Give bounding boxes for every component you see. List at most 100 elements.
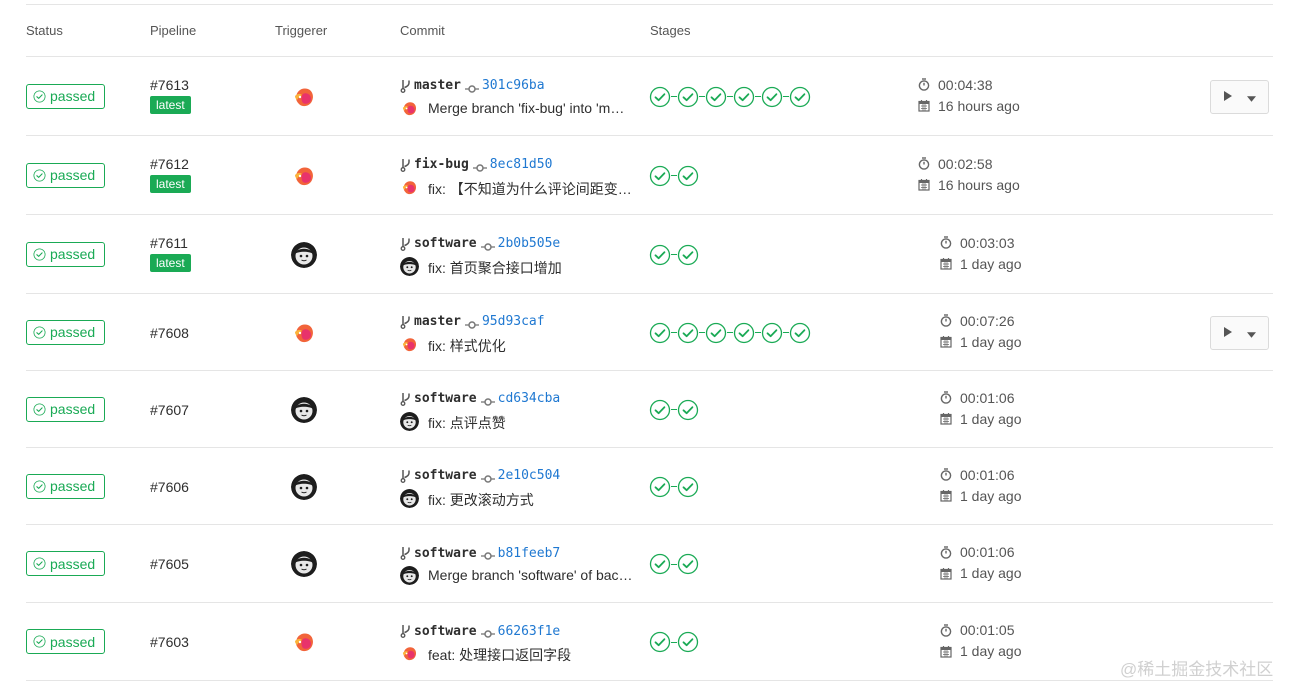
stage-passed-icon[interactable] [677,86,699,108]
commit-sha-link[interactable]: 2b0b505e [498,236,561,251]
status-badge[interactable]: passed [26,396,105,422]
commit-sha-link[interactable]: 301c96ba [482,78,545,93]
stage-passed-icon[interactable] [677,322,699,344]
branch-name-link[interactable]: software [414,391,477,406]
stage-passed-icon[interactable] [649,399,671,421]
pipeline-id-link[interactable]: #7603 [150,634,189,650]
stage-passed-icon[interactable] [677,476,699,498]
stage-passed-icon[interactable] [705,322,727,344]
status-label: passed [50,324,96,340]
stage-passed-icon[interactable] [649,631,671,653]
triggerer-avatar[interactable] [291,551,317,577]
commit-message-link[interactable]: fix: 点评点赞 [428,413,638,433]
stage-passed-icon[interactable] [649,244,671,266]
commit-message-link[interactable]: Merge branch 'software' of bac… [428,567,638,583]
pipeline-id-link[interactable]: #7608 [150,325,189,341]
triggerer-avatar[interactable] [291,241,317,268]
stage-passed-icon[interactable] [677,165,699,187]
status-badge[interactable]: passed [26,473,105,499]
stage-passed-icon[interactable] [705,86,727,108]
stage-passed-icon[interactable] [761,86,783,108]
stage-passed-icon[interactable] [649,476,671,498]
check-circle-icon [33,480,46,493]
commit-icon [480,548,495,560]
commit-sha-link[interactable]: cd634cba [498,391,561,406]
triggerer-avatar[interactable] [291,83,317,110]
stage-passed-icon[interactable] [649,322,671,344]
header-commit: Commit [400,23,445,38]
branch-name-link[interactable]: software [414,236,477,251]
pipeline-id-link[interactable]: #7606 [150,479,189,495]
status-badge[interactable]: passed [26,319,105,345]
commit-sha-link[interactable]: b81feeb7 [498,546,561,561]
table-row: passed #7611 latest software 2b0b505e fix… [0,215,1303,294]
check-circle-icon [33,635,46,648]
header-triggerer: Triggerer [275,23,328,38]
commit-message-link[interactable]: feat: 处理接口返回字段 [428,645,638,665]
triggerer-avatar[interactable] [291,319,317,346]
manual-action-dropdown[interactable] [1210,79,1269,114]
stage-passed-icon[interactable] [649,553,671,575]
status-badge[interactable]: passed [26,83,105,109]
stage-passed-icon[interactable] [649,165,671,187]
pipeline-id-link[interactable]: #7605 [150,556,189,572]
commit-sha-link[interactable]: 66263f1e [498,624,561,639]
table-row: passed #7606 software 2e10c504 fix: 更改滚动… [0,448,1303,525]
status-badge[interactable]: passed [26,551,105,576]
branch-name-link[interactable]: fix-bug [414,157,469,172]
commit-icon [464,81,479,93]
commit-message-link[interactable]: fix: 首页聚合接口增加 [428,258,638,278]
timer-icon [940,314,952,327]
triggerer-avatar[interactable] [291,162,317,189]
stage-passed-icon[interactable] [789,322,811,344]
duration-text: 00:01:06 [960,389,1015,406]
manual-action-dropdown[interactable] [1210,315,1269,350]
triggerer-avatar[interactable] [291,396,317,423]
commit-author-avatar [400,177,419,197]
pipeline-id-link[interactable]: #7607 [150,402,189,418]
branch-name-link[interactable]: master [414,314,461,329]
commit-ref: master 301c96ba [400,77,545,95]
commit-sha-link[interactable]: 8ec81d50 [490,157,553,172]
calendar-icon [940,567,952,580]
pipeline-id-link[interactable]: #7613 [150,77,189,93]
commit-message-link[interactable]: fix: 【不知道为什么评论间距变… [428,179,638,199]
header-pipeline: Pipeline [150,23,197,38]
stage-passed-icon[interactable] [761,322,783,344]
commit-icon [480,394,495,406]
duration-text: 00:02:58 [938,155,993,172]
branch-icon [400,237,412,251]
triggerer-avatar[interactable] [291,473,317,500]
branch-name-link[interactable]: software [414,468,477,483]
stage-passed-icon[interactable] [677,399,699,421]
triggerer-avatar[interactable] [291,629,317,655]
branch-name-link[interactable]: software [414,624,477,639]
commit-sha-link[interactable]: 2e10c504 [498,468,561,483]
branch-name-link[interactable]: master [414,78,461,93]
status-badge[interactable]: passed [26,629,105,654]
stage-passed-icon[interactable] [789,86,811,108]
stage-passed-icon[interactable] [677,631,699,653]
timer-icon [940,236,952,249]
stage-passed-icon[interactable] [677,244,699,266]
branch-name-link[interactable]: software [414,546,477,561]
table-row: passed #7608 master 95d93caf fix: 样式优化 0… [0,294,1303,371]
pipeline-id-link[interactable]: #7612 [150,156,189,172]
stage-passed-icon[interactable] [733,86,755,108]
status-label: passed [50,555,96,572]
commit-ref: software 66263f1e [400,622,560,640]
stage-passed-icon[interactable] [733,322,755,344]
status-badge[interactable]: passed [26,162,105,188]
latest-badge: latest [150,253,191,272]
commit-message-link[interactable]: fix: 更改滚动方式 [428,490,638,510]
duration: 00:01:06 [940,390,1015,406]
stage-passed-icon[interactable] [649,86,671,108]
commit-icon [480,239,495,251]
commit-message-link[interactable]: Merge branch 'fix-bug' into 'm… [428,100,638,116]
commit-message-link[interactable]: fix: 样式优化 [428,336,638,356]
timer-icon [940,468,952,481]
commit-sha-link[interactable]: 95d93caf [482,314,545,329]
pipeline-id-link[interactable]: #7611 [150,235,188,251]
stage-passed-icon[interactable] [677,553,699,575]
status-badge[interactable]: passed [26,241,105,267]
